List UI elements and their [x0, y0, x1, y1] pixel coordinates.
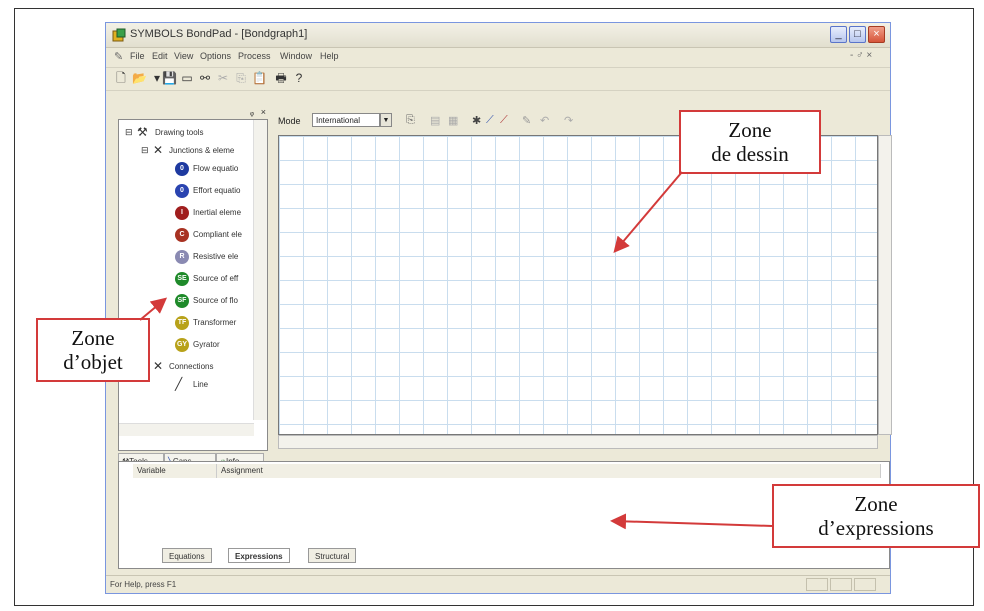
canvas-horizontal-scrollbar[interactable] [278, 435, 878, 449]
element-label: Inertial eleme [193, 208, 242, 217]
menu-window[interactable]: Window [280, 51, 312, 61]
tab-expressions[interactable]: Expressions [228, 548, 290, 563]
window-title: SYMBOLS BondPad - [Bondgraph1] [130, 28, 308, 40]
callout-zone-expressions: Zone d’expressions [772, 484, 980, 548]
status-bar: For Help, press F1 [106, 575, 890, 594]
close-button[interactable]: × [868, 26, 885, 43]
drawing-canvas[interactable] [278, 135, 878, 435]
document-controls[interactable]: - ♂ × [850, 50, 872, 61]
callout-zone-dessin: Zone de dessin [679, 110, 821, 174]
new-file-icon[interactable]: 🗋 [114, 71, 128, 85]
element-badge-icon: GY [175, 338, 189, 352]
menu-file[interactable]: File [130, 51, 145, 61]
undo-icon[interactable]: ↶ [540, 114, 549, 127]
status-indicator [854, 578, 876, 591]
maximize-button[interactable]: □ [849, 26, 866, 43]
menu-help[interactable]: Help [320, 51, 339, 61]
status-indicator [806, 578, 828, 591]
canvas-vertical-scrollbar[interactable] [878, 135, 892, 435]
callout-zone-objet: Zone d’objet [36, 318, 150, 382]
callout-line: de dessin [711, 142, 789, 166]
app-icon [112, 28, 126, 42]
element-badge-icon: TF [175, 316, 189, 330]
element-badge-icon: 0 [175, 184, 189, 198]
element-label: Transformer [193, 318, 237, 327]
mode-dropdown-button[interactable]: ▼ [380, 113, 392, 127]
help-pin-icon[interactable]: ? [292, 71, 306, 85]
tree-horizontal-scrollbar[interactable] [119, 423, 254, 436]
tab-structural[interactable]: Structural [308, 548, 357, 563]
element-label: Effort equatio [193, 186, 241, 195]
grid-icon[interactable]: ▤ [430, 114, 440, 127]
element-label: Resistive ele [193, 252, 239, 261]
tree-label: Drawing tools [155, 128, 204, 137]
left-pane-header: ᵩ × [118, 107, 268, 119]
collapse-icon[interactable]: ⊟ [125, 127, 133, 138]
copy-format-icon[interactable]: ⎘ [406, 114, 415, 127]
junction-icon: ✕ [153, 143, 164, 157]
open-folder-icon[interactable]: 📂 [132, 71, 147, 85]
menu-options[interactable]: Options [200, 51, 231, 61]
menu-bar: ✎ File Edit View Options Process Window … [106, 48, 890, 66]
element-label: Flow equatio [193, 164, 239, 173]
element-badge-icon: SF [175, 294, 189, 308]
title-bar: SYMBOLS BondPad - [Bondgraph1] _ □ × [106, 23, 890, 48]
column-variable[interactable]: Variable [133, 464, 217, 478]
expressions-tabs: Equations Expressions Structural [136, 548, 486, 564]
hammer-icon: ⚒ [137, 125, 148, 139]
menu-process[interactable]: Process [238, 51, 271, 61]
list-icon[interactable]: ▦ [448, 114, 458, 127]
status-indicator [830, 578, 852, 591]
object-tree-pane: ⊟ ⚒ Drawing tools ⊟ ✕ Junctions & eleme … [118, 119, 268, 451]
element-badge-icon: R [175, 250, 189, 264]
paste-icon[interactable]: 📋 [252, 71, 267, 85]
redo-icon[interactable]: ↷ [564, 114, 573, 127]
element-label: Gyrator [193, 340, 220, 349]
callout-line: Zone [71, 326, 115, 350]
tree-label: Junctions & eleme [169, 146, 235, 155]
element-badge-icon: SE [175, 272, 189, 286]
pen-icon[interactable]: ✎ [522, 114, 531, 127]
pin-icon[interactable]: ᵩ [250, 107, 254, 117]
callout-line: Zone [854, 492, 898, 516]
save-icon[interactable]: 💾 [162, 71, 177, 85]
bond-tool-icon[interactable]: ⟋ [486, 114, 494, 127]
element-label: Compliant ele [193, 230, 242, 239]
menu-edit[interactable]: Edit [152, 51, 168, 61]
tree-label: Line [193, 380, 209, 389]
cut-icon[interactable]: ✂ [216, 71, 230, 85]
element-badge-icon: 0 [175, 162, 189, 176]
page-icon[interactable]: ▭ [180, 71, 194, 85]
print-icon[interactable]: 🖶 [274, 71, 288, 85]
callout-line: d’expressions [818, 516, 934, 540]
element-badge-icon: C [175, 228, 189, 242]
menu-view[interactable]: View [174, 51, 193, 61]
mode-label: Mode [278, 116, 301, 126]
document-icon[interactable]: ✎ [114, 50, 123, 63]
callout-line: d’objet [63, 350, 123, 374]
tab-equations[interactable]: Equations [162, 548, 212, 563]
element-label: Source of eff [193, 274, 239, 283]
copy-icon[interactable]: ⎘ [234, 71, 248, 85]
causal-bond-icon[interactable]: ⟋ [500, 114, 508, 127]
callout-line: Zone [728, 118, 772, 142]
tree-label: Connections [169, 362, 214, 371]
status-text: For Help, press F1 [110, 580, 177, 589]
element-label: Source of flo [193, 296, 238, 305]
pane-close-icon[interactable]: × [261, 107, 266, 117]
minimize-button[interactable]: _ [830, 26, 847, 43]
element-badge-icon: I [175, 206, 189, 220]
mode-select[interactable]: International [312, 113, 380, 127]
junction-tool-icon[interactable]: ✱ [472, 114, 481, 127]
connections-icon: ✕ [153, 359, 164, 373]
line-icon: ╱ [175, 377, 183, 391]
collapse-icon[interactable]: ⊟ [141, 145, 149, 156]
tree-vertical-scrollbar[interactable] [253, 120, 267, 420]
binoculars-icon[interactable]: ⚯ [198, 71, 212, 85]
column-assignment[interactable]: Assignment [217, 464, 881, 478]
main-toolbar: 🗋 📂 ▾ 💾 ▭ ⚯ ✂ ⎘ 📋 🖶 ? [106, 67, 890, 91]
